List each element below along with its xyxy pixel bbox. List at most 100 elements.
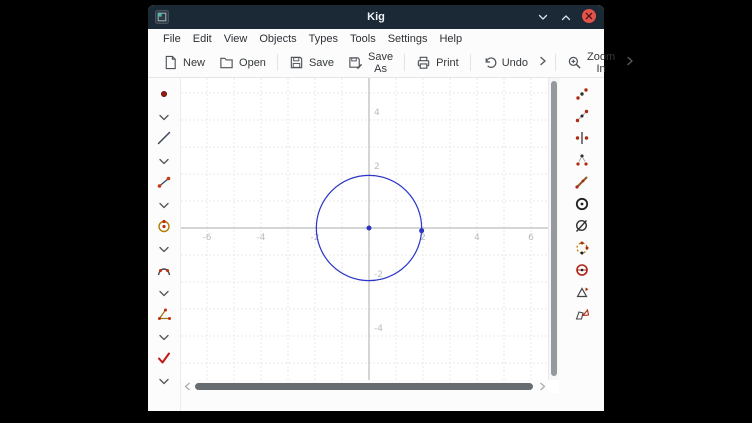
toolbar-separator [404,54,405,71]
scroll-left-button[interactable] [181,380,193,393]
new-button[interactable]: New [156,52,212,73]
close-icon [581,8,597,27]
titlebar[interactable]: Kig [148,5,604,29]
test-tool-icon [156,350,172,369]
vertical-scrollbar-thumb[interactable] [551,81,557,376]
point-reflection-tool-icon [574,108,590,127]
print-icon [416,55,431,70]
rotate-points-tool-button[interactable] [559,238,604,260]
circle-tool-button[interactable] [148,216,180,238]
menu-view[interactable]: View [218,32,254,46]
menu-edit[interactable]: Edit [187,32,218,46]
y-tick-label: 4 [374,108,380,118]
angle-tools-expander[interactable] [148,326,180,348]
angle-tool-icon [156,306,172,325]
print-button[interactable]: Print [409,52,466,73]
undo-button-label: Undo [502,57,528,69]
point-object[interactable] [367,226,372,231]
menu-objects[interactable]: Objects [253,32,302,46]
circle-tools-expander[interactable] [148,238,180,260]
angle-tool-button[interactable] [148,304,180,326]
menubar: File Edit View Objects Types Tools Setti… [148,29,604,48]
minimize-button[interactable] [535,9,551,25]
segment-tool-icon [156,174,172,193]
menu-types[interactable]: Types [303,32,344,46]
toolbar-separator [555,54,556,71]
undo-overflow-chevron[interactable] [535,52,551,73]
translate-tool-icon [574,86,590,105]
x-tick-label: -4 [257,233,266,243]
line-reflection-tool-button[interactable] [559,128,604,150]
print-button-label: Print [436,57,459,69]
line-tools-expander[interactable] [148,150,180,172]
point-object[interactable] [419,228,424,233]
rotation-tool-button[interactable] [559,150,604,172]
chevron-right-icon [539,379,546,394]
toolbar-separator [470,54,471,71]
x-tick-label: -6 [203,233,212,243]
geometry-canvas[interactable]: -6-4-224642-2-4 [181,78,548,380]
open-folder-icon [219,55,234,70]
chevron-down-icon [158,242,170,257]
affinity-tool-button[interactable] [559,282,604,304]
undo-button[interactable]: Undo [475,52,535,73]
menu-tools[interactable]: Tools [344,32,382,46]
scaling-tool-button[interactable] [559,172,604,194]
conic-tool-button[interactable] [148,260,180,282]
inversion-tool-icon [574,196,590,215]
chevron-down-icon [537,10,549,25]
point-tool-button[interactable] [148,84,180,106]
maximize-button[interactable] [558,9,574,25]
conic-tools-expander[interactable] [148,282,180,304]
new-document-icon [163,55,178,70]
chevron-down-icon [158,374,170,389]
rotation-tool-icon [574,152,590,171]
crossed-circle-tool-icon [574,218,590,237]
segment-tools-expander[interactable] [148,194,180,216]
toolbar-separator [277,54,278,71]
horizontal-scrollbar[interactable] [181,380,548,393]
test-tools-expander[interactable] [148,370,180,392]
scaling-tool-icon [574,174,590,193]
save-icon [289,55,304,70]
test-tool-button[interactable] [148,348,180,370]
zoom-in-button-label: Zoom In [587,51,615,75]
point-reflection-tool-button[interactable] [559,106,604,128]
harmonic-homology-tool-button[interactable] [559,260,604,282]
segment-tool-button[interactable] [148,172,180,194]
main-toolbar: New Open Save Save As [148,48,604,78]
main-content: -6-4-224642-2-4 [148,78,604,411]
crossed-circle-tool-button[interactable] [559,216,604,238]
vertical-scrollbar[interactable] [548,78,559,380]
scroll-right-button[interactable] [536,380,548,393]
horizontal-scroll-track[interactable] [193,383,536,390]
kig-app-icon [155,10,169,24]
menu-file[interactable]: File [157,32,187,46]
zoom-in-icon [567,55,582,70]
chevron-down-icon [158,286,170,301]
chevron-right-icon [625,55,635,70]
harmonic-homology-tool-icon [574,262,590,281]
left-toolbar [148,78,180,411]
projectivity-tool-button[interactable] [559,304,604,326]
menu-help[interactable]: Help [433,32,468,46]
open-button[interactable]: Open [212,52,273,73]
inversion-tool-button[interactable] [559,194,604,216]
canvas-area: -6-4-224642-2-4 [180,78,559,411]
y-tick-label: -4 [374,324,383,334]
horizontal-scrollbar-thumb[interactable] [195,383,533,390]
translate-tool-button[interactable] [559,84,604,106]
save-as-icon [348,55,363,70]
line-tool-button[interactable] [148,128,180,150]
open-button-label: Open [239,57,266,69]
menu-settings[interactable]: Settings [382,32,434,46]
save-button[interactable]: Save [282,52,341,73]
new-button-label: New [183,57,205,69]
y-tick-label: 2 [374,162,380,172]
point-tools-expander[interactable] [148,106,180,128]
close-button[interactable] [581,9,597,25]
zoom-overflow-chevron[interactable] [622,52,638,73]
zoom-in-button[interactable]: Zoom In [560,48,622,78]
projectivity-tool-icon [574,306,590,325]
save-as-button[interactable]: Save As [341,48,400,78]
